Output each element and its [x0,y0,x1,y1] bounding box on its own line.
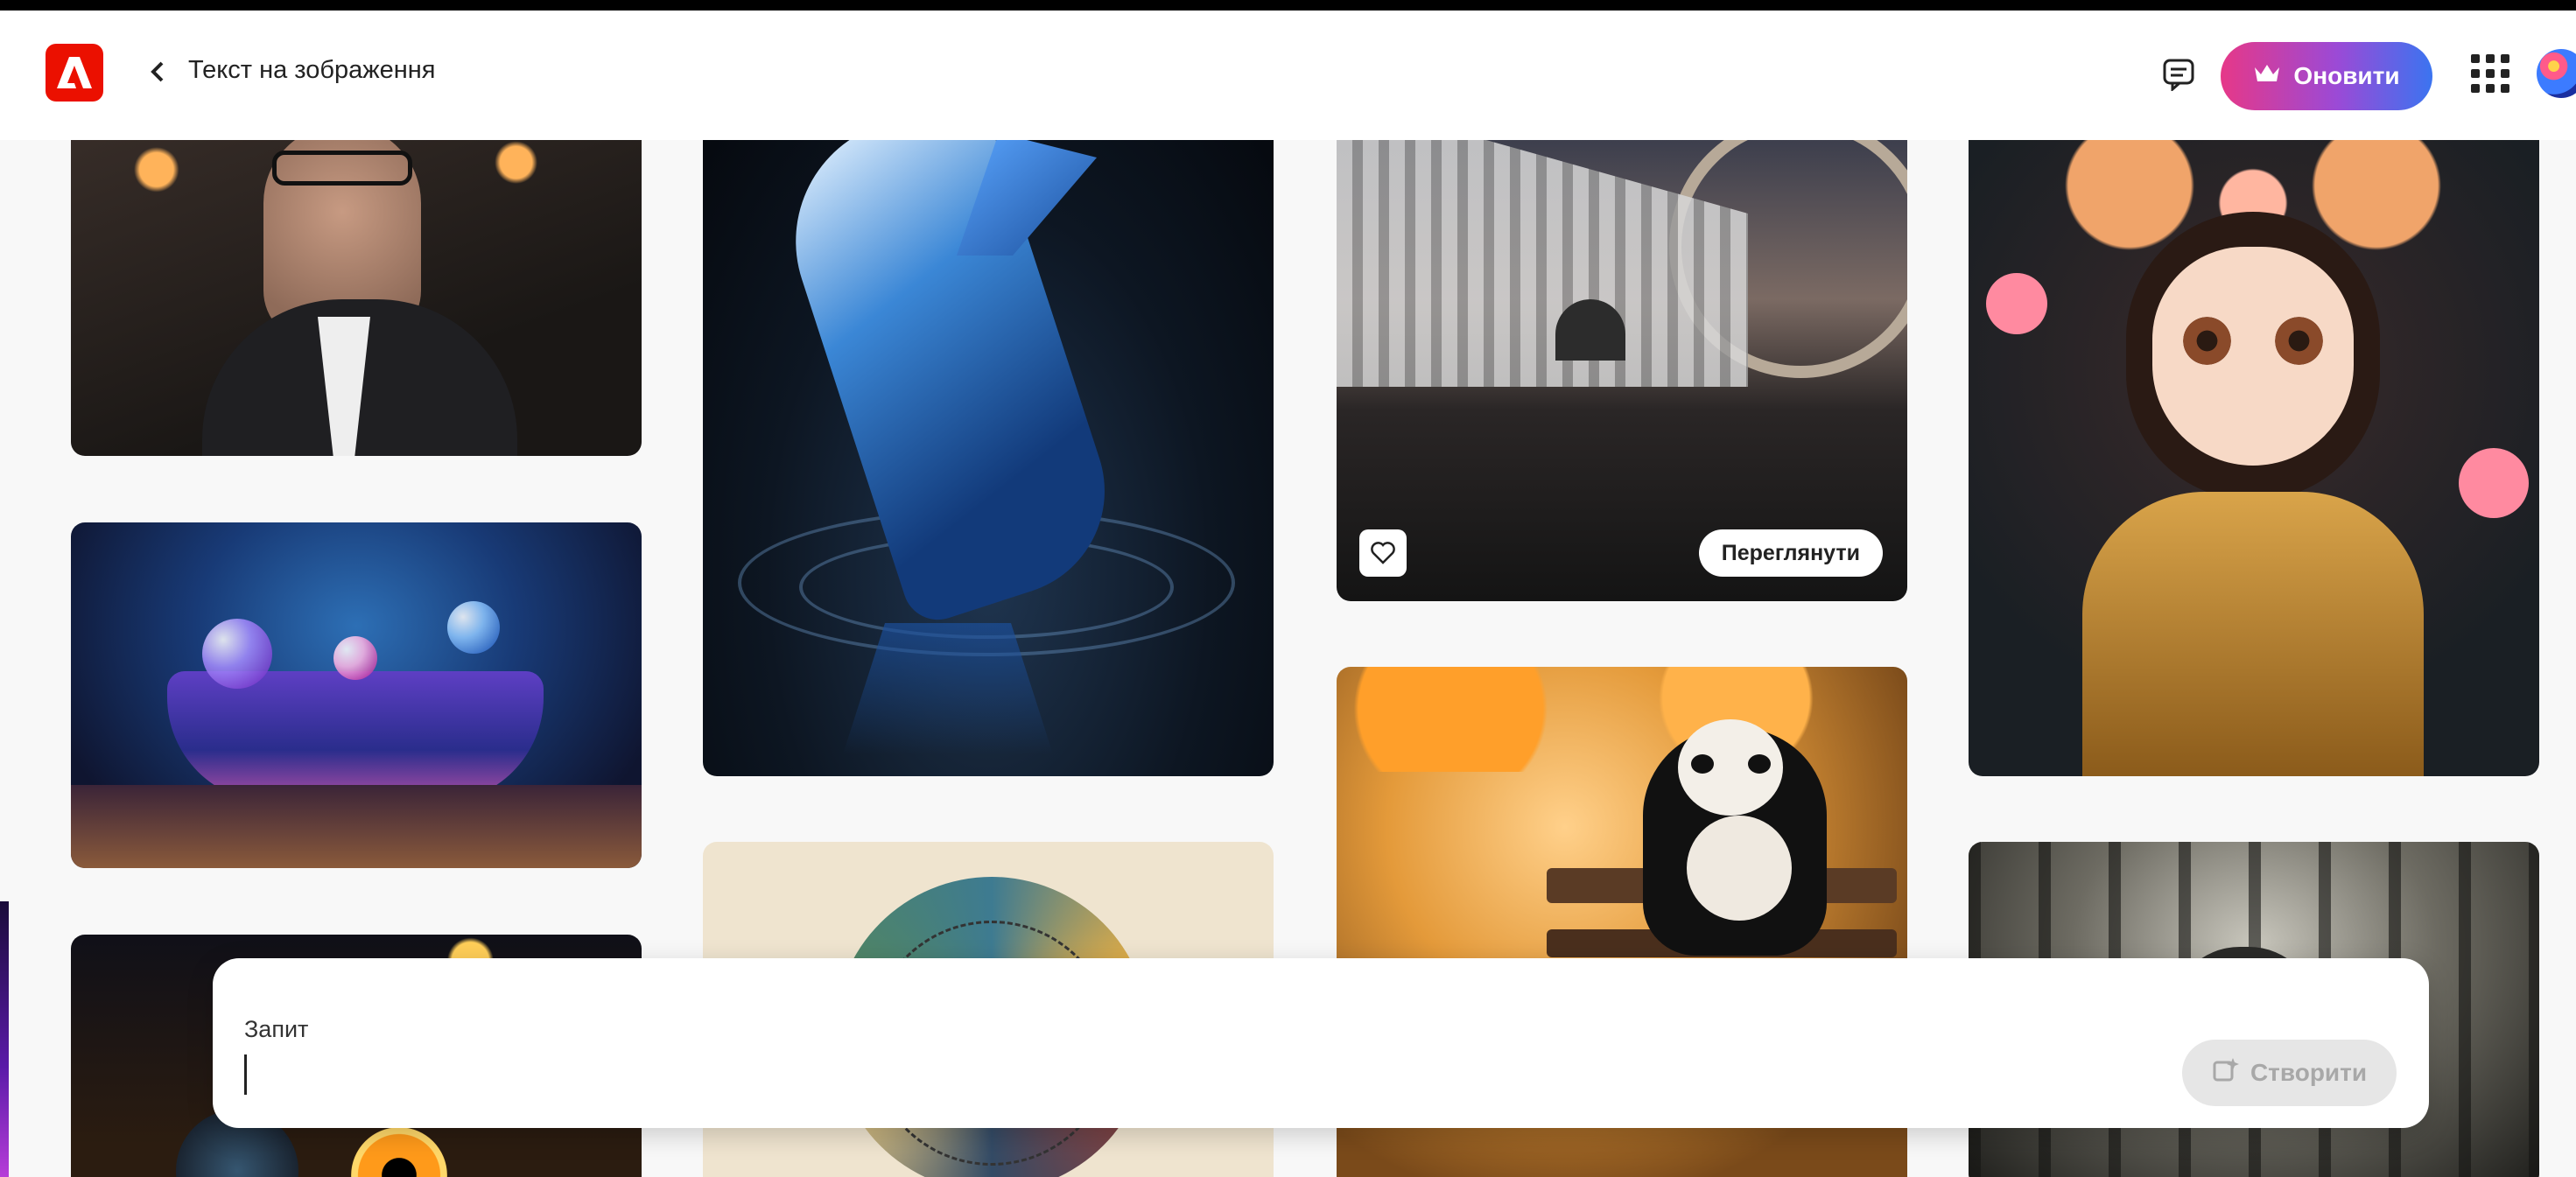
card-image [71,522,642,868]
upgrade-label: Оновити [2293,62,2400,89]
page-title: Текст на зображення [188,56,436,84]
crown-icon [2253,62,2281,91]
gallery-card-cosmic-bathtub[interactable] [71,522,642,868]
sparkle-create-icon [2212,1056,2240,1090]
app-grid-icon[interactable] [2471,54,2509,93]
card-image [1969,98,2539,776]
feedback-icon[interactable] [2158,54,2199,95]
chevron-left-icon[interactable] [138,53,177,91]
prompt-label: Запит [244,1016,309,1042]
window-edge-strip [0,901,9,1177]
gallery-card-blue-marlin-splash[interactable] [703,98,1274,776]
card-image [71,98,642,456]
heart-icon[interactable] [1359,529,1407,577]
gallery-card-futuristic-arch[interactable]: Переглянути [1337,98,1907,601]
adobe-logo-icon[interactable] [46,44,103,102]
create-label: Створити [2250,1059,2368,1086]
gallery-card-floral-anime-girl[interactable] [1969,98,2539,776]
gallery-card-man-with-glasses[interactable] [71,98,642,456]
card-image [1337,98,1907,601]
prompt-panel: Запит Створити [213,958,2429,1128]
view-button[interactable]: Переглянути [1698,529,1883,577]
create-button[interactable]: Створити [2182,1040,2397,1106]
avatar[interactable] [2537,49,2576,98]
prompt-input[interactable] [244,1054,2178,1095]
upgrade-button[interactable]: Оновити [2221,42,2432,110]
app-window: Текст на зображення Оновити Переглянути … [0,11,2576,1177]
card-image [703,98,1274,776]
top-bar: Текст на зображення Оновити [0,11,2576,140]
